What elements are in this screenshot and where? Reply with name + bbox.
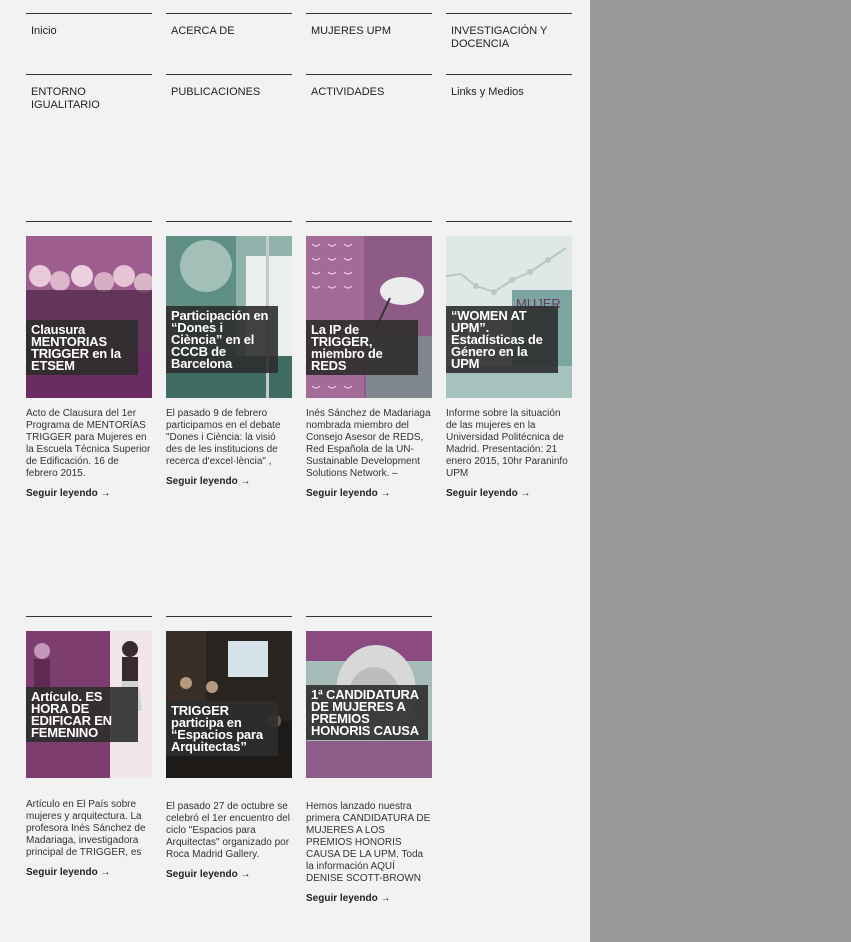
post-card: Participación en “Dones i Ciència” en el… — [166, 236, 292, 487]
divider — [446, 221, 572, 222]
nav-item-publicaciones[interactable]: PUBLICACIONES — [166, 74, 292, 99]
nav-item-label: Links y Medios — [451, 86, 524, 98]
post-excerpt: El pasado 27 de octubre se celebró el 1e… — [166, 801, 290, 860]
divider — [26, 221, 152, 222]
nav-item-label: Inicio — [31, 25, 57, 37]
post-title[interactable]: Participación en “Dones i Ciència” en el… — [166, 306, 278, 373]
main-content: Inicio ACERCA DE MUJERES UPM INVESTIGACI… — [0, 0, 590, 942]
post-card: TRIGGER participa en “Espacios para Arqu… — [166, 631, 292, 880]
nav-item-actividades[interactable]: ACTIVIDADES — [306, 74, 432, 99]
read-more-link[interactable]: Seguir leyendo → — [166, 869, 292, 880]
post-excerpt: Informe sobre la situación de las mujere… — [446, 408, 568, 479]
post-thumbnail[interactable]: 1ª CANDIDATURA DE MUJERES A PREMIOS HONO… — [306, 631, 432, 778]
nav-item-label: ENTORNO IGUALITARIO — [31, 86, 100, 111]
post-excerpt: Artículo en El País sobre mujeres y arqu… — [26, 799, 146, 858]
post-thumbnail[interactable]: TRIGGER participa en “Espacios para Arqu… — [166, 631, 292, 778]
nav-item-label: PUBLICACIONES — [171, 86, 261, 98]
read-more-link[interactable]: Seguir leyendo → — [26, 488, 152, 499]
side-panel — [590, 0, 851, 942]
post-title[interactable]: La IP de TRIGGER, miembro de REDS — [306, 320, 418, 375]
nav-item-inicio[interactable]: Inicio — [26, 13, 152, 38]
post-card: Artículo. ES HORA DE EDIFICAR EN FEMENIN… — [26, 631, 152, 878]
post-thumbnail[interactable]: Clausura MENTORIAS TRIGGER en la ETSEM — [26, 236, 152, 398]
post-title[interactable]: “WOMEN AT UPM”. Estadísticas de Género e… — [446, 306, 558, 373]
post-title[interactable]: Clausura MENTORIAS TRIGGER en la ETSEM — [26, 320, 138, 375]
post-excerpt: El pasado 9 de febrero participamos en e… — [166, 408, 281, 467]
read-more-link[interactable]: Seguir leyendo → — [166, 476, 292, 487]
read-more-link[interactable]: Seguir leyendo → — [306, 893, 432, 904]
post-title[interactable]: 1ª CANDIDATURA DE MUJERES A PREMIOS HONO… — [306, 685, 428, 740]
post-thumbnail[interactable]: Participación en “Dones i Ciència” en el… — [166, 236, 292, 398]
nav-item-label: ACTIVIDADES — [311, 86, 385, 98]
post-card: Clausura MENTORIAS TRIGGER en la ETSEM A… — [26, 236, 152, 499]
divider — [26, 616, 152, 617]
nav-item-entorno-igualitario[interactable]: ENTORNO IGUALITARIO — [26, 74, 152, 112]
divider — [306, 616, 432, 617]
nav-item-label: MUJERES UPM — [311, 25, 392, 37]
nav-item-investigacion-docencia[interactable]: INVESTIGACIÓN Y DOCENCIA — [446, 13, 572, 51]
nav-item-acerca-de[interactable]: ACERCA DE — [166, 13, 292, 38]
read-more-link[interactable]: Seguir leyendo → — [26, 867, 152, 878]
nav-item-links-medios[interactable]: Links y Medios — [446, 74, 572, 99]
post-card: La IP de TRIGGER, miembro de REDS Inés S… — [306, 236, 432, 499]
divider — [166, 221, 292, 222]
post-card: 1ª CANDIDATURA DE MUJERES A PREMIOS HONO… — [306, 631, 432, 904]
divider — [306, 221, 432, 222]
read-more-link[interactable]: Seguir leyendo → — [446, 488, 572, 499]
post-title[interactable]: TRIGGER participa en “Espacios para Arqu… — [166, 701, 278, 756]
post-thumbnail[interactable]: Artículo. ES HORA DE EDIFICAR EN FEMENIN… — [26, 631, 152, 778]
post-thumbnail[interactable]: MUJER “WOMEN AT UPM”. Estadísticas de Gé… — [446, 236, 572, 398]
post-title[interactable]: Artículo. ES HORA DE EDIFICAR EN FEMENIN… — [26, 687, 138, 742]
divider — [166, 616, 292, 617]
post-excerpt: Acto de Clausura del 1er Programa de MEN… — [26, 408, 151, 479]
nav-item-mujeres-upm[interactable]: MUJERES UPM — [306, 13, 432, 38]
read-more-link[interactable]: Seguir leyendo → — [306, 488, 432, 499]
post-excerpt: Hemos lanzado nuestra primera CANDIDATUR… — [306, 801, 431, 884]
nav-item-label: ACERCA DE — [171, 25, 235, 37]
nav-item-label: INVESTIGACIÓN Y DOCENCIA — [451, 25, 548, 50]
post-card: MUJER “WOMEN AT UPM”. Estadísticas de Gé… — [446, 236, 572, 499]
post-thumbnail[interactable]: La IP de TRIGGER, miembro de REDS — [306, 236, 432, 398]
post-excerpt: Inés Sánchez de Madariaga nombrada miemb… — [306, 408, 431, 479]
